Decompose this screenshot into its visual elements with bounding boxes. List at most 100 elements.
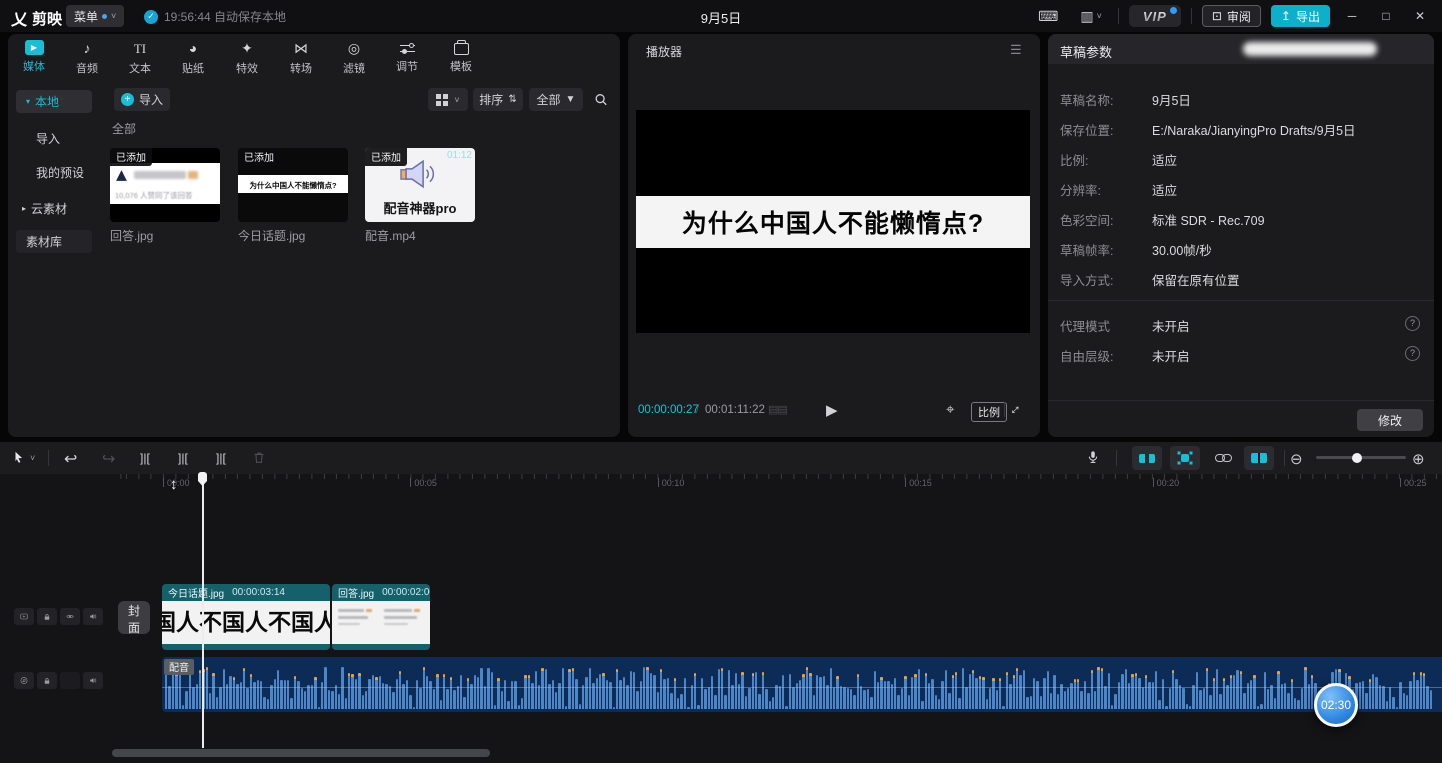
- tab-effects[interactable]: ✦ 特效: [224, 40, 270, 82]
- waveform-bar: [1250, 680, 1252, 709]
- video-track-lock-button[interactable]: [37, 608, 57, 625]
- cover-button[interactable]: 封面: [118, 601, 150, 634]
- ruler-labels[interactable]: 00:0000:0500:1000:1500:2000:25: [0, 478, 1442, 492]
- param-row-freelayer: 自由层级: 未开启 ?: [1048, 346, 1434, 362]
- waveform-bar: [1297, 700, 1299, 709]
- floating-timer-badge[interactable]: 02:30: [1314, 683, 1358, 727]
- audio-track-mute-button[interactable]: [83, 672, 103, 689]
- waveform-bar: [335, 685, 337, 709]
- frame-preview-icon[interactable]: ⌖: [946, 401, 954, 418]
- media-item-answer[interactable]: 已添加 10,076 人赞同了该回答 回答.jpg: [110, 148, 220, 244]
- modify-button[interactable]: 修改: [1357, 409, 1423, 431]
- media-item-voiceover[interactable]: 已添加 01:12 配音神器pro 配音.mp4: [365, 148, 475, 244]
- timeline-clip-answer[interactable]: 回答.jpg 00:00:02:00: [332, 584, 430, 650]
- split-left-button[interactable]: ]|[: [178, 451, 188, 465]
- ratio-button[interactable]: 比例: [971, 402, 1007, 422]
- layout-switch-button[interactable]: ▥˅: [1074, 7, 1108, 26]
- waveform-bar: [243, 668, 245, 709]
- help-icon[interactable]: ?: [1405, 316, 1420, 331]
- waveform-bar: [406, 680, 408, 710]
- tab-sticker[interactable]: ◕ 贴纸: [170, 40, 216, 82]
- fullscreen-icon[interactable]: ↕: [1012, 401, 1020, 418]
- waveform-bar: [562, 668, 564, 709]
- zoom-out-button[interactable]: ⊖: [1290, 450, 1303, 468]
- waveform-bar: [850, 689, 852, 709]
- help-icon[interactable]: ?: [1405, 346, 1420, 361]
- audio-track-type-icon[interactable]: [14, 672, 34, 689]
- preview-list-icon[interactable]: ▤▤: [768, 403, 787, 416]
- timeline-horizontal-scrollbar[interactable]: [112, 749, 490, 757]
- zoom-slider-handle[interactable]: [1352, 453, 1362, 463]
- waveform-bar: [860, 686, 862, 709]
- zoom-in-button[interactable]: ⊕: [1412, 450, 1425, 468]
- review-button[interactable]: ⊡ 审阅: [1202, 5, 1261, 27]
- link-toggle[interactable]: [1208, 446, 1238, 470]
- shortcut-keys-icon[interactable]: ⌨: [1032, 7, 1064, 26]
- preview-axis-toggle[interactable]: [1244, 446, 1274, 470]
- play-button[interactable]: ▶: [826, 401, 838, 419]
- split-right-button[interactable]: ]|[: [216, 451, 226, 465]
- auto-ripple-toggle[interactable]: [1132, 446, 1162, 470]
- player-menu-icon[interactable]: ☰: [1004, 41, 1028, 59]
- microphone-icon: [1086, 449, 1100, 465]
- maximize-button[interactable]: □: [1374, 8, 1398, 24]
- waveform-bar: [931, 679, 933, 709]
- waveform-bar: [1064, 691, 1066, 710]
- timeline-audio-clip[interactable]: 配音: [162, 657, 1442, 712]
- timeline-clip-topic[interactable]: 今日话题.jpg 00:00:03:14 国人不国人不国人不国人: [162, 584, 330, 650]
- magnetic-snap-toggle[interactable]: [1170, 446, 1200, 470]
- sidebar-item-presets[interactable]: 我的预设: [36, 164, 84, 181]
- audio-track-lock-button[interactable]: [37, 672, 57, 689]
- delete-button[interactable]: [252, 450, 266, 465]
- waveform-bar: [348, 673, 350, 710]
- waveform-bar: [986, 699, 988, 710]
- export-button[interactable]: ↥ 导出: [1271, 5, 1330, 27]
- undo-button[interactable]: ↩: [64, 449, 77, 469]
- record-voiceover-button[interactable]: [1086, 449, 1100, 465]
- waveform-bar: [735, 673, 737, 709]
- video-track-type-icon[interactable]: [14, 608, 34, 625]
- waveform-bar: [901, 688, 903, 709]
- tab-media[interactable]: ▶ 媒体: [11, 40, 57, 82]
- media-item-topic[interactable]: 已添加 为什么中国人不能懒惰点? 今日话题.jpg: [238, 148, 348, 244]
- sort-icon: ⇅: [508, 94, 516, 105]
- playhead-line[interactable]: [202, 474, 204, 748]
- vip-button[interactable]: VIP: [1129, 5, 1181, 27]
- waveform-bar: [511, 681, 513, 709]
- waveform-bar: [1077, 679, 1079, 709]
- waveform-bar: [318, 707, 320, 710]
- view-mode-button[interactable]: ˅: [428, 88, 468, 111]
- split-button[interactable]: ]|[: [140, 451, 150, 465]
- sidebar-item-library[interactable]: 素材库: [16, 230, 92, 253]
- sort-button[interactable]: 排序 ⇅: [473, 88, 523, 111]
- video-track-mute-button[interactable]: [83, 608, 103, 625]
- timeline-zoom-slider[interactable]: [1316, 456, 1406, 459]
- sidebar-item-local[interactable]: ▾ 本地: [16, 90, 92, 113]
- redo-button[interactable]: ↪: [102, 449, 115, 469]
- chevron-right-icon: ▸: [22, 204, 26, 213]
- waveform-bar: [1023, 670, 1025, 709]
- sidebar-item-import[interactable]: 导入: [36, 130, 60, 147]
- select-tool-button[interactable]: [12, 450, 26, 465]
- tab-transition[interactable]: ⋈ 转场: [278, 40, 324, 82]
- music-note-icon: [20, 674, 28, 687]
- waveform-bar: [1142, 687, 1144, 709]
- import-button[interactable]: + 导入: [114, 88, 170, 111]
- video-preview[interactable]: 为什么中国人不能懒惰点?: [636, 110, 1030, 333]
- waveform-bar: [599, 674, 601, 709]
- tab-template[interactable]: 模板: [438, 40, 484, 82]
- sidebar-item-cloud[interactable]: ▸ 云素材: [22, 200, 67, 217]
- tab-audio[interactable]: ♪ 音频: [64, 40, 110, 82]
- search-button[interactable]: [588, 88, 614, 111]
- filter-button[interactable]: 全部 ▼: [529, 88, 583, 111]
- close-button[interactable]: ✕: [1408, 8, 1432, 24]
- waveform-bar: [989, 688, 991, 709]
- tab-adjust[interactable]: 调节: [384, 40, 430, 82]
- minimize-button[interactable]: ─: [1340, 8, 1364, 24]
- waveform-bar: [1155, 671, 1157, 709]
- chevron-down-icon[interactable]: ˅: [30, 453, 35, 463]
- video-track-visibility-button[interactable]: [60, 608, 80, 625]
- tab-filter[interactable]: ◎ 滤镜: [331, 40, 377, 82]
- media-thumbnail: 已添加 10,076 人赞同了该回答: [110, 148, 220, 222]
- tab-text[interactable]: TI 文本: [117, 40, 163, 82]
